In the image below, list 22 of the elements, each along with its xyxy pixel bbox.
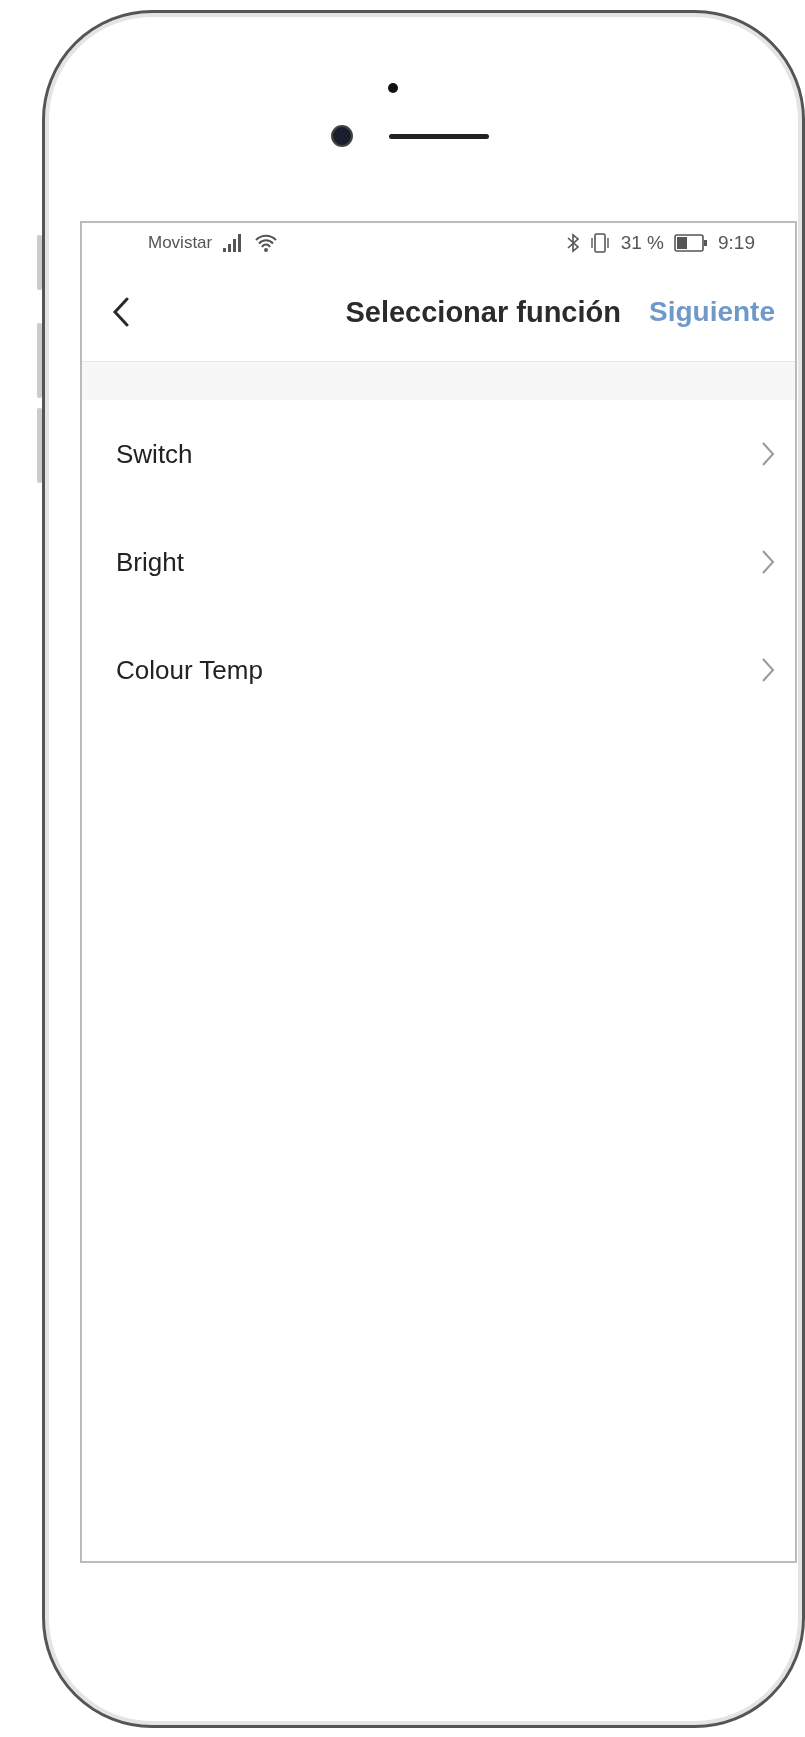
clock-time: 9:19	[718, 232, 755, 254]
camera-icon	[331, 125, 353, 147]
screen-title: Seleccionar función	[344, 295, 621, 329]
sensor-icon	[388, 83, 398, 93]
vibrate-icon	[588, 233, 611, 253]
battery-icon	[674, 234, 708, 252]
function-item[interactable]: Colour Temp	[82, 616, 795, 724]
back-button[interactable]	[112, 297, 130, 327]
bluetooth-icon	[566, 233, 579, 253]
chevron-right-icon	[761, 441, 775, 467]
function-label: Colour Temp	[116, 654, 264, 686]
function-item[interactable]: Bright	[82, 508, 795, 616]
battery-percent: 31 %	[620, 232, 664, 254]
chevron-right-icon	[761, 549, 775, 575]
carrier-name: Movistar	[148, 233, 213, 253]
wifi-icon	[254, 234, 279, 252]
function-item[interactable]: Switch	[82, 400, 795, 508]
function-label: Bright	[116, 546, 185, 578]
speaker-icon	[389, 134, 489, 139]
back-chevron-icon	[112, 297, 130, 327]
function-label: Switch	[116, 438, 194, 470]
chevron-right-icon	[761, 657, 775, 683]
